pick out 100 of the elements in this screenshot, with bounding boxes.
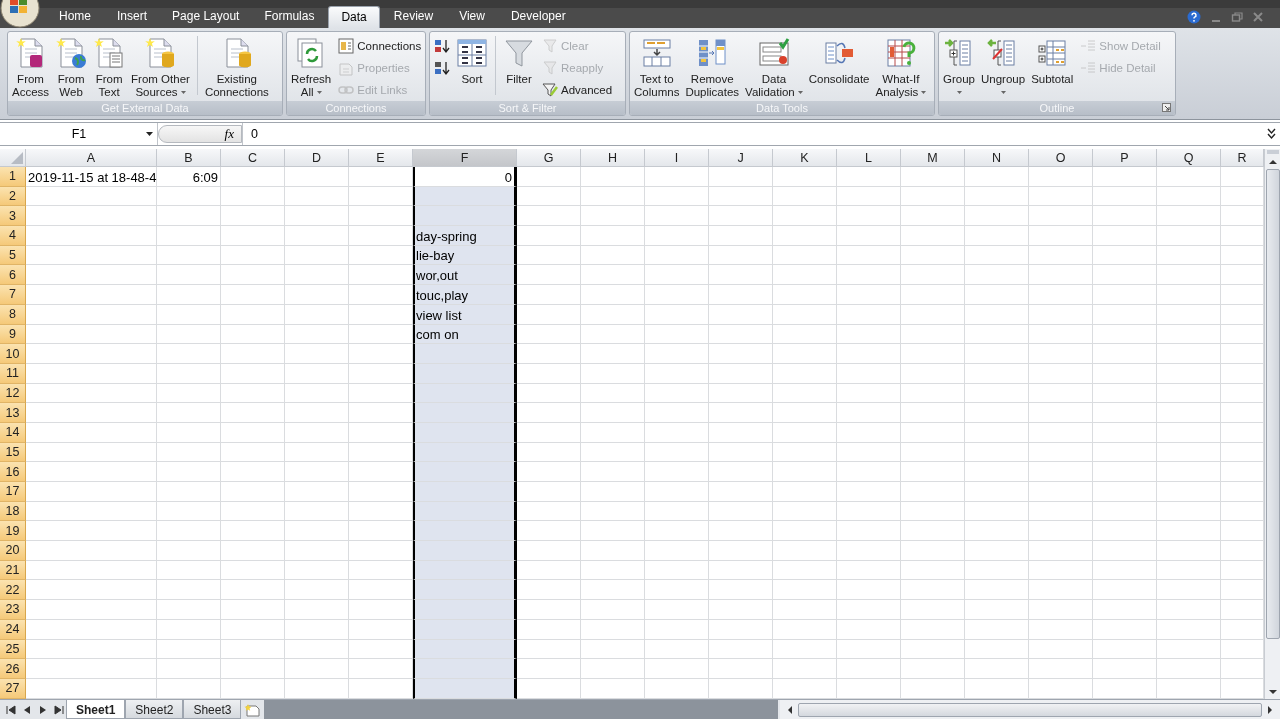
row-header[interactable]: 21: [0, 560, 26, 581]
row-header[interactable]: 13: [0, 403, 26, 423]
row-header[interactable]: 16: [0, 462, 26, 482]
scroll-thumb[interactable]: [1265, 169, 1280, 639]
column-header[interactable]: K: [773, 149, 837, 167]
row-header[interactable]: 15: [0, 442, 26, 463]
ribbon-button[interactable]: Data Validation: [743, 34, 805, 101]
column-header[interactable]: L: [837, 149, 901, 167]
horizontal-scrollbar[interactable]: [780, 700, 1280, 719]
row-header[interactable]: 2: [0, 186, 26, 207]
column-header[interactable]: R: [1221, 149, 1264, 167]
close-icon[interactable]: [1252, 11, 1264, 23]
ribbon-tab[interactable]: Review: [381, 6, 446, 28]
restore-icon[interactable]: [1231, 11, 1243, 23]
ribbon-tab[interactable]: View: [447, 6, 497, 28]
ribbon-tab[interactable]: Page Layout: [161, 6, 251, 28]
row-header[interactable]: 6: [0, 265, 26, 286]
column-header[interactable]: J: [709, 149, 773, 167]
row-header[interactable]: 8: [0, 304, 26, 325]
row-header[interactable]: 25: [0, 639, 26, 660]
row-header[interactable]: 17: [0, 482, 26, 502]
row-header[interactable]: 19: [0, 521, 26, 542]
column-header[interactable]: N: [965, 149, 1029, 167]
row-header[interactable]: 18: [0, 501, 26, 522]
table-cell[interactable]: lie-bay: [413, 245, 517, 266]
scroll-thumb[interactable]: [798, 702, 1262, 717]
ribbon-button[interactable]: What-If Analysis: [873, 34, 929, 101]
column-header[interactable]: F: [413, 149, 517, 167]
row-header[interactable]: 1: [0, 167, 26, 187]
table-cell[interactable]: wor,out: [413, 265, 517, 286]
table-cell[interactable]: 2019-11-15 at 18-48-4: [26, 167, 157, 187]
column-header[interactable]: O: [1029, 149, 1093, 167]
help-icon[interactable]: [1187, 10, 1201, 24]
ribbon-button[interactable]: Ungroup: [979, 34, 1028, 101]
row-header[interactable]: 26: [0, 659, 26, 679]
ribbon-tab[interactable]: Developer: [498, 6, 578, 28]
row-header[interactable]: 10: [0, 344, 26, 364]
select-all-button[interactable]: [0, 149, 26, 167]
column-header[interactable]: M: [901, 149, 965, 167]
row-header[interactable]: 11: [0, 363, 26, 384]
sheet-tab[interactable]: Sheet3: [183, 700, 242, 719]
table-cell[interactable]: 0: [413, 167, 517, 187]
row-header[interactable]: 20: [0, 541, 26, 561]
ribbon-tab[interactable]: Data: [328, 6, 380, 28]
column-header[interactable]: H: [581, 149, 645, 167]
ribbon-button[interactable]: From Access: [10, 34, 52, 101]
formula-input[interactable]: 0: [242, 123, 1263, 145]
table-cell[interactable]: view list: [413, 304, 517, 325]
ribbon-button[interactable]: Advanced: [539, 79, 616, 101]
row-header[interactable]: 14: [0, 422, 26, 443]
row-header[interactable]: 12: [0, 383, 26, 404]
ribbon-button[interactable]: From Other Sources: [129, 34, 192, 101]
column-header[interactable]: I: [645, 149, 709, 167]
ribbon-tab[interactable]: Formulas: [252, 6, 327, 28]
ribbon-button[interactable]: Consolidate: [806, 34, 872, 88]
sheet-tab[interactable]: Sheet2: [125, 700, 184, 719]
table-cell[interactable]: 6:09: [157, 167, 221, 187]
row-header[interactable]: 9: [0, 324, 26, 345]
column-header[interactable]: Q: [1157, 149, 1221, 167]
table-cell[interactable]: day-spring: [413, 226, 517, 246]
column-header[interactable]: A: [26, 149, 157, 167]
table-cell[interactable]: com on: [413, 324, 517, 345]
table-cell[interactable]: touc,play: [413, 285, 517, 305]
first-sheet-icon[interactable]: [4, 703, 18, 716]
ribbon-button[interactable]: Refresh All: [289, 34, 334, 101]
column-header[interactable]: D: [285, 149, 349, 167]
column-header[interactable]: G: [517, 149, 581, 167]
column-header[interactable]: B: [157, 149, 221, 167]
row-header[interactable]: 23: [0, 600, 26, 620]
ribbon-tab[interactable]: Home: [47, 6, 103, 28]
last-sheet-icon[interactable]: [52, 703, 66, 716]
ribbon-button[interactable]: Subtotal: [1029, 34, 1076, 88]
ribbon-button[interactable]: Sort: [454, 34, 490, 88]
name-box[interactable]: F1: [0, 123, 158, 145]
dialog-launcher-icon[interactable]: [1162, 103, 1171, 112]
group-label: Outline: [1039, 102, 1075, 114]
column-header[interactable]: C: [221, 149, 285, 167]
ribbon-tab[interactable]: Insert: [105, 6, 160, 28]
row-header[interactable]: 7: [0, 285, 26, 305]
ribbon-button[interactable]: Filter: [501, 34, 537, 88]
ribbon-button[interactable]: Remove Duplicates: [683, 34, 742, 101]
vertical-scrollbar[interactable]: [1264, 149, 1280, 699]
row-header[interactable]: 4: [0, 226, 26, 246]
ribbon-button[interactable]: From Web: [53, 34, 90, 101]
ribbon-button[interactable]: Group: [941, 34, 977, 101]
ribbon-button[interactable]: From Text: [91, 34, 128, 101]
sheet-tab[interactable]: Sheet1: [66, 700, 126, 719]
row-header[interactable]: 27: [0, 678, 26, 699]
ribbon-button[interactable]: Connections: [335, 35, 425, 57]
column-header[interactable]: P: [1093, 149, 1157, 167]
insert-sheet-icon[interactable]: [244, 702, 263, 717]
insert-function-button[interactable]: fx: [221, 126, 237, 142]
ribbon-button[interactable]: Text to Columns: [632, 34, 682, 101]
column-header[interactable]: E: [349, 149, 413, 167]
document-icon: [144, 37, 177, 69]
row-header[interactable]: 22: [0, 580, 26, 601]
ribbon-button[interactable]: Existing Connections: [202, 34, 271, 101]
row-header[interactable]: 5: [0, 245, 26, 266]
row-header[interactable]: 24: [0, 619, 26, 640]
row-header[interactable]: 3: [0, 206, 26, 227]
